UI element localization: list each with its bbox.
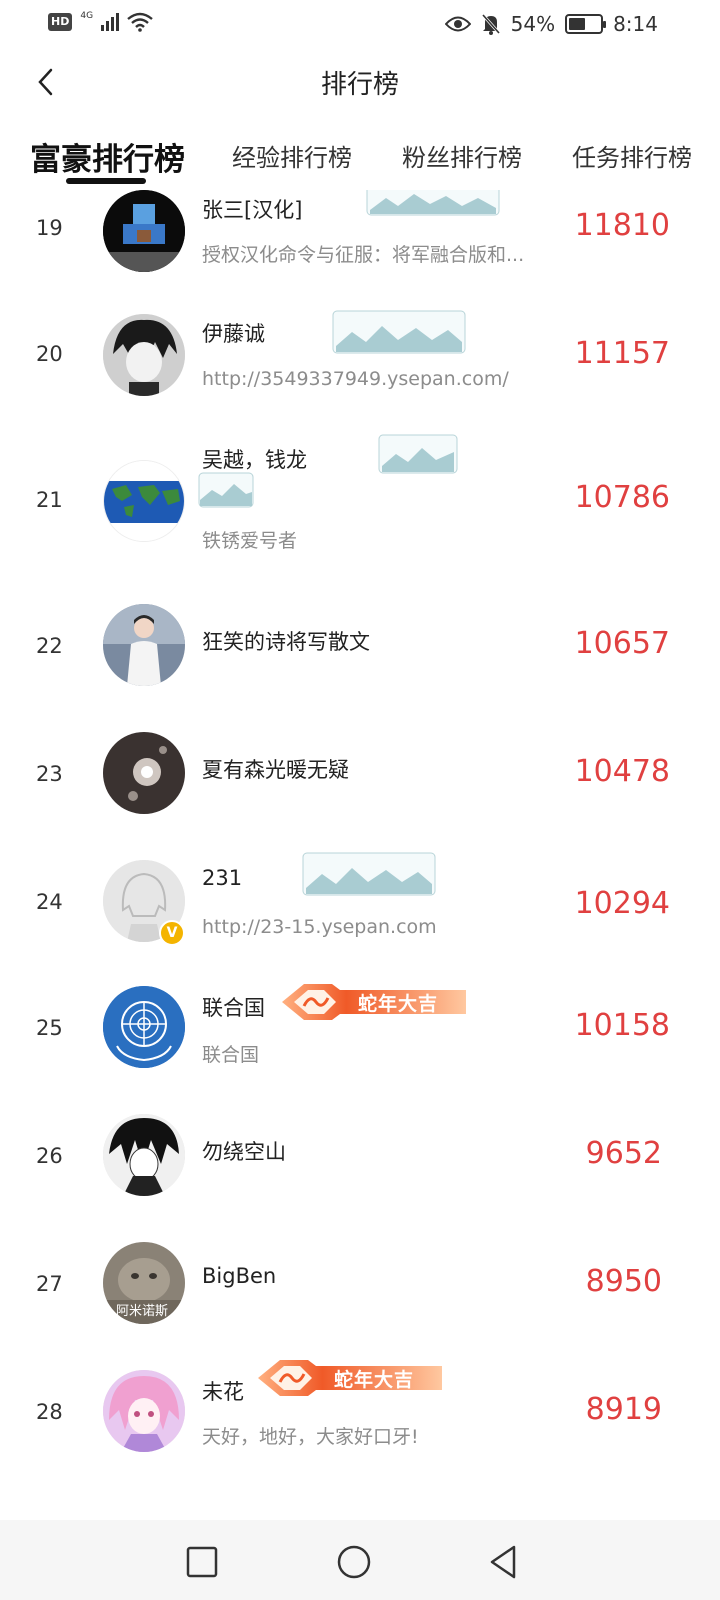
network-type: 4G	[80, 11, 94, 21]
decoration-badge	[198, 472, 254, 508]
avatar	[103, 1114, 185, 1196]
snake-badge-text: 蛇年大吉	[358, 993, 439, 1015]
user-name: 未花	[202, 1380, 244, 1404]
tab-wealth-ranking[interactable]: 富豪排行榜	[30, 134, 185, 179]
ranking-row[interactable]: 24 V 231 http://23-15.ysepan.com 10294	[0, 852, 720, 948]
ranking-row[interactable]: 23 夏有森光暖无疑 10478	[0, 732, 720, 822]
rank-number: 21	[36, 488, 63, 512]
battery-level	[569, 18, 586, 30]
avatar-caption: 阿米诺斯	[116, 1304, 169, 1319]
ranking-tabs: 富豪排行榜 经验排行榜 粉丝排行榜 任务排行榜	[0, 128, 720, 188]
avatar	[103, 986, 185, 1068]
avatar	[103, 314, 185, 396]
active-tab-indicator	[66, 178, 146, 184]
user-name: 张三[汉化]	[202, 198, 303, 222]
circle-icon	[337, 1545, 371, 1579]
ranking-row[interactable]: 19 张三[汉化] 授权汉化命令与征服：将军融合版和... 11810	[0, 190, 720, 280]
square-icon	[186, 1546, 218, 1578]
clock: 8:14	[613, 12, 658, 36]
decoration-badge	[302, 852, 436, 896]
battery-percent: 54%	[510, 12, 556, 36]
triangle-back-icon	[490, 1545, 516, 1579]
wealth-score: 10786	[574, 480, 670, 515]
ranking-row[interactable]: 21 吴越，钱龙 铁锈爱号者 10786	[0, 434, 720, 564]
ranking-row[interactable]: 22 狂笑的诗将写散文 10657	[0, 604, 720, 694]
user-name: 联合国	[202, 996, 265, 1020]
battery-icon	[565, 14, 607, 34]
ranking-row[interactable]: 28 未花 蛇年大吉 天好，地好，大家好口牙! 8919	[0, 1360, 720, 1458]
ranking-row[interactable]: 20 伊藤诚 http://3549337949.ysepan.com/ 111…	[0, 310, 720, 404]
wealth-score: 11810	[574, 208, 670, 243]
wealth-score: 10158	[574, 1008, 670, 1043]
wealth-score: 9652	[585, 1136, 662, 1171]
ranking-row[interactable]: 27 阿米诺斯 BigBen 8950	[0, 1242, 720, 1332]
avatar	[103, 190, 185, 272]
snake-year-badge: 蛇年大吉	[280, 980, 470, 1024]
wealth-score: 10294	[574, 886, 670, 921]
rank-number: 20	[36, 342, 63, 366]
user-signature: http://23-15.ysepan.com	[202, 916, 437, 938]
rank-number: 23	[36, 762, 63, 786]
bell-off-icon	[481, 14, 500, 35]
ranking-row[interactable]: 26 勿绕空山 9652	[0, 1114, 720, 1204]
avatar	[103, 1370, 185, 1452]
wifi-icon	[127, 12, 153, 32]
recent-apps-button[interactable]	[182, 1542, 222, 1582]
rank-number: 26	[36, 1144, 63, 1168]
decoration-badge	[332, 310, 466, 354]
wealth-score: 10657	[574, 626, 670, 661]
wealth-score: 8950	[585, 1264, 662, 1299]
verified-badge-icon: V	[159, 920, 185, 946]
user-name: 夏有森光暖无疑	[202, 758, 349, 782]
avatar	[103, 732, 185, 814]
user-name: 勿绕空山	[202, 1140, 286, 1164]
eye-icon	[444, 16, 471, 32]
status-bar: HD 4G 54% 8:14	[0, 0, 720, 50]
app-header: 排行榜	[0, 52, 720, 112]
ranking-list[interactable]: 19 张三[汉化] 授权汉化命令与征服：将军融合版和... 11810 20 伊…	[0, 190, 720, 1518]
tab-task-ranking[interactable]: 任务排行榜	[572, 138, 692, 173]
avatar	[103, 460, 185, 542]
hd-badge: HD	[48, 13, 73, 31]
system-back-button[interactable]	[484, 1542, 524, 1582]
ranking-row[interactable]: 25 联合国 蛇年大吉 联合国 10158	[0, 984, 720, 1076]
user-name: 231	[202, 866, 243, 890]
user-name: 吴越，钱龙	[202, 448, 307, 472]
user-name: BigBen	[202, 1264, 277, 1288]
snake-year-badge: 蛇年大吉	[256, 1356, 446, 1400]
avatar	[103, 604, 185, 686]
home-button[interactable]	[334, 1542, 374, 1582]
user-signature: 铁锈爱号者	[202, 530, 298, 552]
decoration-badge	[366, 190, 500, 216]
rank-number: 22	[36, 634, 63, 658]
user-signature: http://3549337949.ysepan.com/	[202, 368, 509, 390]
wealth-score: 8919	[585, 1392, 662, 1427]
tab-experience-ranking[interactable]: 经验排行榜	[232, 138, 352, 173]
user-name: 伊藤诚	[202, 322, 265, 346]
user-name: 狂笑的诗将写散文	[202, 630, 370, 654]
status-right: 54% 8:14	[444, 12, 658, 36]
user-signature: 授权汉化命令与征服：将军融合版和...	[202, 244, 525, 266]
signal-icon	[101, 13, 120, 31]
decoration-badge	[378, 434, 458, 474]
user-signature: 联合国	[202, 1044, 260, 1066]
status-left: HD 4G	[48, 11, 153, 32]
rank-number: 25	[36, 1016, 63, 1040]
snake-badge-text: 蛇年大吉	[334, 1369, 415, 1391]
rank-number: 28	[36, 1400, 63, 1424]
wealth-score: 10478	[574, 754, 670, 789]
rank-number: 24	[36, 890, 63, 914]
system-nav-bar	[0, 1520, 720, 1600]
wealth-score: 11157	[574, 336, 670, 371]
user-signature: 天好，地好，大家好口牙!	[202, 1426, 419, 1448]
rank-number: 27	[36, 1272, 63, 1296]
rank-number: 19	[36, 216, 63, 240]
page-title: 排行榜	[320, 70, 399, 100]
tab-fans-ranking[interactable]: 粉丝排行榜	[402, 138, 522, 173]
